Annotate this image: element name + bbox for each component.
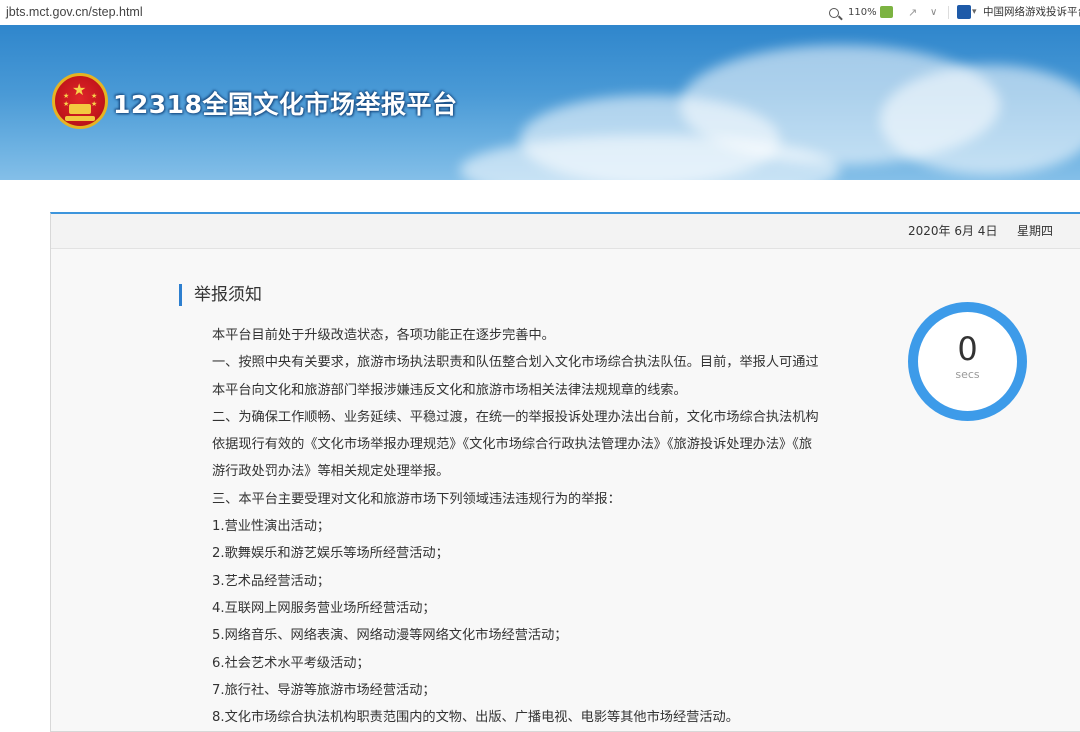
- list-item: 8.文化市场综合执法机构职责范围内的文物、出版、广播电视、电影等其他市场经营活动…: [212, 710, 739, 726]
- zoom-level: 110%: [848, 7, 877, 18]
- site-title[interactable]: 12318全国文化市场举报平台: [113, 85, 457, 121]
- list-item: 5.网络音乐、网络表演、网络动漫等网络文化市场经营活动；: [212, 628, 568, 644]
- countdown-unit: secs: [955, 368, 980, 381]
- zoom-control[interactable]: 110%: [829, 0, 877, 25]
- current-date: 2020年 6月 4日: [908, 224, 998, 238]
- chevron-down-icon[interactable]: ∨: [930, 0, 937, 25]
- list-item: 6.社会艺术水平考级活动；: [212, 655, 370, 671]
- favicon-caret-icon[interactable]: ▾: [972, 0, 977, 25]
- magnifier-icon: [829, 7, 839, 18]
- list-item: 3.艺术品经营活动；: [212, 573, 331, 589]
- reader-mode-icon[interactable]: [880, 6, 893, 18]
- current-weekday: 星期四: [1017, 224, 1054, 238]
- list-item: 1.营业性演出活动；: [212, 519, 331, 535]
- countdown-value: 0: [957, 330, 978, 368]
- toolbar-divider: [948, 6, 949, 19]
- date-bar: 2020年 6月 4日 星期四: [51, 214, 1080, 249]
- notice-paragraph: 三、本平台主要受理对文化和旅游市场下列领域违法违规行为的举报：: [212, 491, 621, 507]
- site-favicon-icon[interactable]: [957, 5, 971, 19]
- list-item: 7.旅行社、导游等旅游市场经营活动；: [212, 682, 436, 698]
- list-item: 4.互联网上网服务营业场所经营活动；: [212, 600, 436, 616]
- favorite-site-link[interactable]: 中国网络游戏投诉平台: [983, 0, 1080, 25]
- content-panel: 2020年 6月 4日 星期四 举报须知 本平台目前处于升级改造状态，各项功能正…: [50, 212, 1080, 732]
- notice-paragraph: 本平台目前处于升级改造状态，各项功能正在逐步完善中。: [212, 328, 555, 343]
- notice-body: 本平台目前处于升级改造状态，各项功能正在逐步完善中。 一、按照中央有关要求，旅游…: [179, 322, 824, 731]
- notice-title: 举报须知: [179, 284, 262, 306]
- header-banner: ★ ★ ★ ★ ★ 12318全国文化市场举报平台: [0, 25, 1080, 180]
- notice-paragraph: 二、为确保工作顺畅、业务延续、平稳过渡，在统一的举报投诉处理办法出台前，文化市场…: [212, 409, 819, 480]
- national-emblem-icon: ★ ★ ★ ★ ★: [52, 73, 108, 129]
- url-field[interactable]: jbts.mct.gov.cn/step.html: [6, 0, 143, 25]
- notice-paragraph: 一、按照中央有关要求，旅游市场执法职责和队伍整合划入文化市场综合执法队伍。目前，…: [212, 355, 819, 398]
- countdown-timer: 0 secs: [908, 302, 1027, 421]
- browser-address-bar: jbts.mct.gov.cn/step.html 110% ↗ ∨ ▾ 中国网…: [0, 0, 1080, 26]
- list-item: 2.歌舞娱乐和游艺娱乐等场所经营活动；: [212, 546, 449, 562]
- share-icon[interactable]: ↗: [908, 0, 917, 25]
